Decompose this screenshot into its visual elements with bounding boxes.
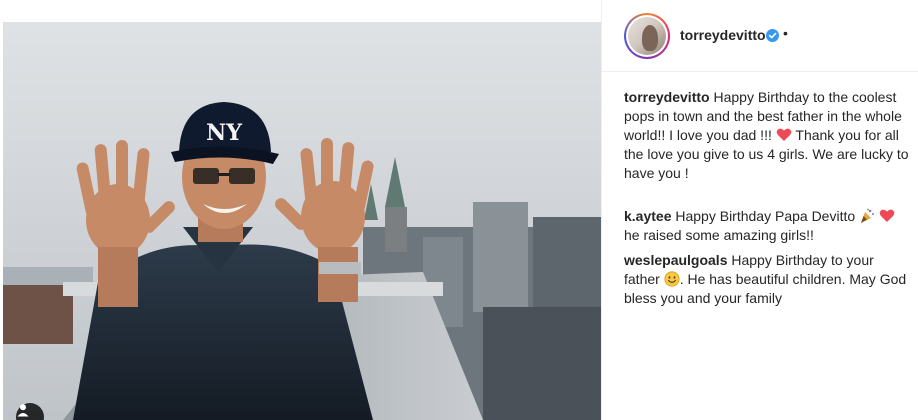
- photo-illustration: NY: [3, 22, 601, 420]
- comment-text-part1: Happy Birthday Papa Devitto: [675, 208, 856, 224]
- post-photo[interactable]: NY: [3, 22, 601, 420]
- avatar-image: [628, 17, 666, 55]
- comment-item: k.aytee Happy Birthday Papa Devitto he r…: [624, 207, 909, 245]
- caption-username[interactable]: torreydevitto: [624, 89, 710, 105]
- post-header: torreydevitto •: [602, 0, 918, 72]
- comment-username[interactable]: weslepaulgoals: [624, 252, 727, 268]
- red-heart-icon: [879, 209, 895, 222]
- red-heart-icon: [776, 128, 792, 141]
- author-avatar[interactable]: [624, 13, 670, 59]
- instagram-post: NY torreydevitto • torreydevitto Happy B…: [0, 0, 918, 420]
- header-separator: •: [783, 25, 788, 41]
- party-popper-icon: [861, 208, 875, 223]
- comments-section: torreydevitto Happy Birthday to the cool…: [624, 88, 909, 308]
- verified-badge-icon: [766, 29, 779, 42]
- comment-text-part2: he raised some amazing girls!!: [624, 227, 814, 243]
- comment-item: weslepaulgoals Happy Birthday to your fa…: [624, 251, 909, 308]
- post-caption: torreydevitto Happy Birthday to the cool…: [624, 88, 909, 183]
- cap-logo: NY: [206, 120, 242, 146]
- user-tag-icon: [17, 404, 29, 417]
- comment-username[interactable]: k.aytee: [624, 208, 671, 224]
- post-side-panel: torreydevitto • torreydevitto Happy Birt…: [601, 0, 918, 420]
- author-username[interactable]: torreydevitto: [680, 27, 766, 43]
- smiling-face-icon: [664, 271, 680, 287]
